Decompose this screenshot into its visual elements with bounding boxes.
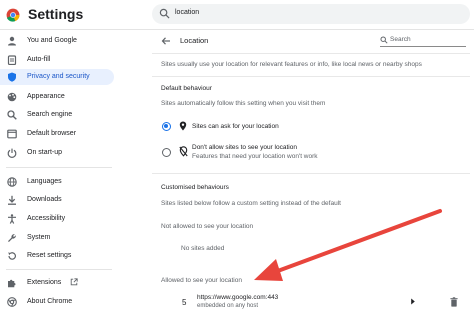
location-settings-card: Location Search Sites usually use your l… bbox=[152, 30, 470, 320]
sidebar-item-label: You and Google bbox=[27, 37, 77, 44]
sidebar-item-search-engine[interactable]: Search engine bbox=[0, 107, 114, 123]
page-title: Location bbox=[180, 36, 209, 45]
search-placeholder: Search bbox=[390, 36, 411, 43]
not-allowed-empty-text: No sites added bbox=[181, 245, 225, 252]
sidebar-item-label: Search engine bbox=[27, 111, 73, 118]
intro-text: Sites usually use your location for rele… bbox=[161, 61, 422, 68]
accessibility-icon bbox=[8, 214, 16, 224]
option-label-allow-ask: Sites can ask for your location bbox=[192, 123, 279, 130]
power-icon bbox=[7, 148, 17, 158]
shield-icon bbox=[8, 72, 16, 82]
search-icon bbox=[159, 8, 170, 19]
trash-icon[interactable] bbox=[450, 297, 458, 307]
top-bar: Settings location bbox=[0, 0, 474, 30]
sidebar-item-on-startup[interactable]: On start-up bbox=[0, 145, 114, 161]
default-behaviour-description: Sites automatically follow this setting … bbox=[161, 100, 326, 107]
location-pin-icon bbox=[179, 121, 187, 131]
settings-search-input[interactable]: location bbox=[152, 4, 470, 24]
sidebar-item-languages[interactable]: Languages bbox=[0, 174, 114, 190]
sidebar-item-label: Reset settings bbox=[27, 252, 72, 259]
default-behaviour-heading: Default behaviour bbox=[161, 85, 212, 92]
radio-sites-can-ask[interactable] bbox=[162, 122, 171, 131]
person-icon bbox=[8, 36, 16, 46]
sidebar-item-label: Auto-fill bbox=[27, 56, 51, 63]
chrome-logo-icon bbox=[6, 8, 20, 22]
site-detail: embedded on any host bbox=[197, 303, 259, 309]
browser-window-icon bbox=[7, 129, 17, 139]
customised-behaviours-heading: Customised behaviours bbox=[161, 184, 229, 191]
site-row[interactable]: 5 https://www.google.com:443 embedded on… bbox=[152, 290, 470, 314]
palette-icon bbox=[7, 92, 17, 102]
sidebar-item-privacy-and-security[interactable]: Privacy and security bbox=[0, 69, 114, 85]
allowed-heading: Allowed to see your location bbox=[161, 277, 242, 284]
divider bbox=[152, 76, 470, 77]
open-in-new-icon bbox=[70, 278, 78, 286]
radio-dont-allow[interactable] bbox=[162, 148, 171, 157]
sidebar-item-you-and-google[interactable]: You and Google bbox=[0, 33, 114, 49]
search-icon bbox=[380, 36, 388, 44]
main-content: Location Search Sites usually use your l… bbox=[152, 30, 470, 320]
sidebar-item-label: On start-up bbox=[27, 149, 63, 156]
site-url: https://www.google.com:443 bbox=[197, 294, 279, 301]
sidebar-item-downloads[interactable]: Downloads bbox=[0, 192, 114, 208]
sidebar-item-label: Appearance bbox=[27, 93, 65, 100]
search-icon bbox=[7, 110, 17, 120]
sidebar-item-label: Privacy and security bbox=[27, 73, 90, 80]
back-arrow-icon[interactable] bbox=[161, 36, 171, 46]
sidebar-item-system[interactable]: System bbox=[0, 230, 114, 246]
option-sublabel-block: Features that need your location won't w… bbox=[192, 153, 318, 160]
chrome-icon bbox=[7, 297, 17, 307]
sidebar-item-label: System bbox=[27, 234, 51, 241]
sidebar-item-label: Default browser bbox=[27, 130, 77, 137]
puzzle-piece-icon bbox=[8, 279, 16, 288]
sidebar-item-autofill[interactable]: Auto-fill bbox=[0, 52, 114, 68]
app-title: Settings bbox=[28, 6, 84, 22]
sidebar-item-label: Accessibility bbox=[27, 215, 66, 222]
sidebar-item-reset-settings[interactable]: Reset settings bbox=[0, 248, 114, 264]
sidebar: You and Google Auto-fill Privacy and sec… bbox=[0, 30, 118, 320]
sidebar-item-about-chrome[interactable]: About Chrome bbox=[0, 294, 114, 310]
option-label-block: Don't allow sites to see your location bbox=[192, 144, 297, 151]
reset-icon bbox=[8, 252, 16, 260]
sidebar-divider bbox=[6, 167, 112, 168]
wrench-icon bbox=[8, 234, 16, 242]
customised-behaviours-description: Sites listed below follow a custom setti… bbox=[161, 200, 341, 207]
site-favicon-icon: 5 bbox=[182, 298, 187, 307]
chevron-right-icon[interactable] bbox=[410, 298, 416, 305]
divider bbox=[152, 173, 470, 174]
sidebar-item-label: About Chrome bbox=[27, 298, 73, 305]
page-header: Location Search bbox=[152, 30, 470, 52]
search-value: location bbox=[175, 9, 200, 16]
sidebar-item-extensions[interactable]: Extensions bbox=[0, 275, 114, 291]
clipboard-icon bbox=[7, 55, 17, 65]
page-search-input[interactable]: Search bbox=[380, 35, 466, 47]
sidebar-item-label: Languages bbox=[27, 178, 62, 185]
sidebar-item-default-browser[interactable]: Default browser bbox=[0, 126, 114, 142]
divider bbox=[152, 53, 470, 54]
sidebar-item-appearance[interactable]: Appearance bbox=[0, 89, 114, 105]
not-allowed-heading: Not allowed to see your location bbox=[161, 223, 254, 230]
location-off-icon bbox=[179, 146, 188, 157]
sidebar-item-label: Extensions bbox=[27, 279, 62, 286]
sidebar-divider bbox=[6, 269, 112, 270]
globe-icon bbox=[7, 177, 17, 187]
sidebar-item-label: Downloads bbox=[27, 196, 62, 203]
sidebar-item-accessibility[interactable]: Accessibility bbox=[0, 211, 114, 227]
download-icon bbox=[8, 195, 16, 205]
